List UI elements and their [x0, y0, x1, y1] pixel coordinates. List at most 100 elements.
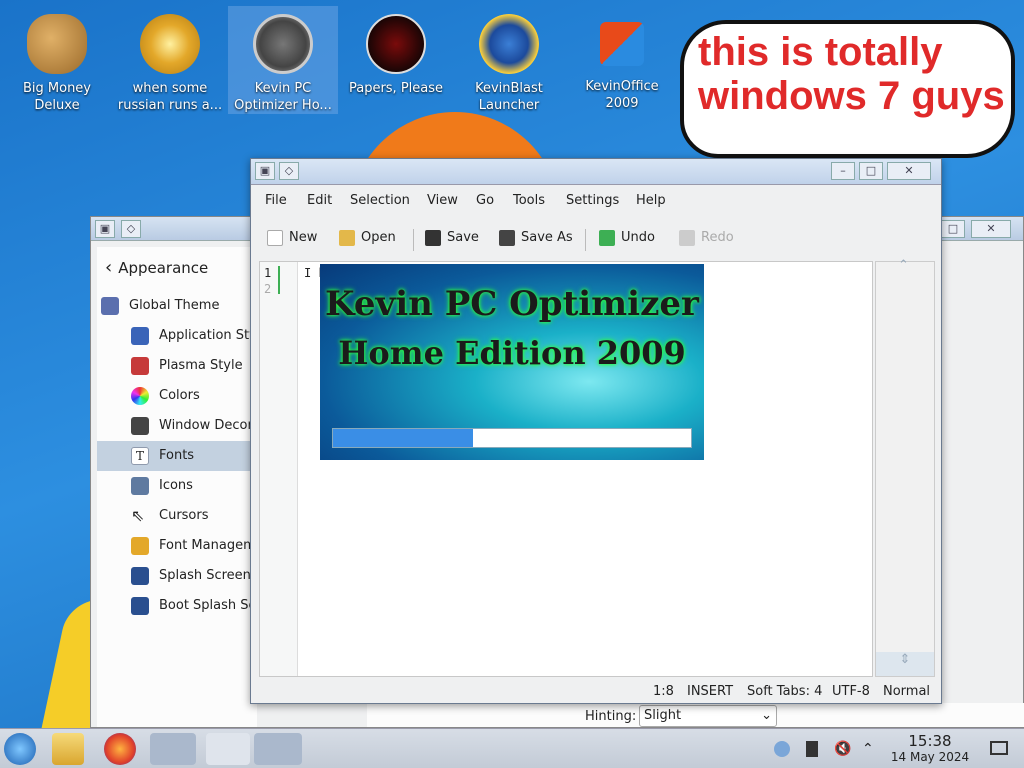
monitor-icon: [131, 596, 149, 615]
toolbar-separator: [413, 229, 414, 251]
menu-help[interactable]: Help: [636, 193, 666, 208]
syntax-mode[interactable]: Normal: [883, 684, 930, 699]
new-button[interactable]: New: [267, 227, 317, 249]
indentation-mode[interactable]: Soft Tabs: 4: [747, 684, 822, 699]
menu-settings[interactable]: Settings: [566, 193, 619, 208]
redo-label: Redo: [701, 230, 734, 245]
input-mode[interactable]: INSERT: [687, 684, 733, 699]
undo-label: Undo: [621, 230, 655, 245]
undo-icon: [599, 229, 615, 246]
clipboard-icon[interactable]: [806, 741, 818, 757]
redo-button[interactable]: Redo: [679, 227, 734, 249]
new-label: New: [289, 230, 318, 245]
window-menu-icon[interactable]: ▣: [255, 162, 275, 180]
sidebar-item-label: Global Theme: [129, 298, 220, 313]
save-icon: [425, 229, 441, 246]
sidebar-item-fonts[interactable]: T Fonts: [97, 441, 257, 471]
brush-icon: [131, 326, 149, 345]
chevron-up-icon[interactable]: ⌃: [862, 741, 878, 757]
save-as-icon: [499, 229, 515, 246]
scroll-handle-icon[interactable]: ⇕: [876, 652, 934, 676]
desktop-icon-kevinoffice[interactable]: KevinOffice 2009: [567, 6, 677, 112]
desktop-icon-label: when some russian runs a...: [117, 81, 223, 113]
desktop-icon-kevinblast[interactable]: KevinBlast Launcher: [454, 6, 564, 114]
sidebar-item-plasma-style[interactable]: Plasma Style: [97, 351, 257, 381]
icons-icon: [131, 476, 149, 495]
maximize-button[interactable]: □: [941, 220, 965, 238]
sidebar-item-label: Splash Screen: [159, 568, 251, 583]
network-icon[interactable]: [774, 741, 790, 757]
desktop-icon-big-money[interactable]: Big Money Deluxe: [2, 6, 112, 114]
desktop-icon-papers-please[interactable]: Papers, Please: [341, 6, 451, 97]
font-icon: T: [131, 446, 149, 465]
sidebar-item-label: Fonts: [159, 448, 195, 463]
show-desktop-icon[interactable]: [990, 741, 1008, 755]
sidebar-item-window-decorations[interactable]: Window Decorations: [97, 411, 257, 441]
sidebar-item-boot-splash-screen[interactable]: Boot Splash Screen: [97, 591, 257, 621]
save-as-label: Save As: [521, 230, 573, 245]
undo-button[interactable]: Undo: [599, 227, 655, 249]
sidebar-item-font-management[interactable]: Font Management: [97, 531, 257, 561]
sidebar-item-label: Boot Splash Screen: [159, 598, 257, 613]
sidebar-item-icons[interactable]: Icons: [97, 471, 257, 501]
menu-edit[interactable]: Edit: [307, 193, 332, 208]
back-label: Appearance: [118, 259, 209, 277]
files-icon[interactable]: [52, 733, 84, 765]
desktop-icon-label: Papers, Please: [348, 81, 444, 96]
desktop-icon-label: Big Money Deluxe: [22, 81, 91, 113]
hinting-select[interactable]: Slight ⌄: [639, 705, 777, 727]
splash-progress-fill: [333, 429, 473, 447]
menu-go[interactable]: Go: [476, 193, 494, 208]
new-document-icon: [267, 229, 283, 246]
desktop-icon-label: Kevin PC Optimizer Ho...: [234, 81, 332, 113]
sidebar-item-label: Font Management: [159, 538, 257, 553]
start-icon[interactable]: [4, 733, 36, 765]
settings-app-icon[interactable]: [150, 733, 196, 765]
menu-tools[interactable]: Tools: [513, 193, 545, 208]
minimize-button[interactable]: –: [831, 162, 855, 180]
sidebar-item-global-theme[interactable]: Global Theme: [97, 291, 257, 321]
encoding[interactable]: UTF-8: [832, 684, 870, 699]
line-number: 1: [264, 266, 272, 280]
splash-progress-bar: [332, 428, 692, 448]
sidebar-item-label: Cursors: [159, 508, 209, 523]
desktop-icon-kevin-optimizer[interactable]: Kevin PC Optimizer Ho...: [228, 6, 338, 114]
save-button[interactable]: Save: [425, 227, 479, 249]
sidebar-item-colors[interactable]: Colors: [97, 381, 257, 411]
sidebar-item-cursors[interactable]: ⇖ Cursors: [97, 501, 257, 531]
sidebar-item-splash-screen[interactable]: Splash Screen: [97, 561, 257, 591]
window-menu-icon[interactable]: ▣: [95, 220, 115, 238]
window-icon: [131, 416, 149, 435]
cursor-icon: ⇖: [131, 505, 145, 525]
pin-icon[interactable]: ◇: [121, 220, 141, 238]
settings-sidebar: ‹ Appearance Global Theme Application Sty…: [97, 247, 257, 727]
menu-file[interactable]: File: [265, 193, 287, 208]
desktop-icon-russian[interactable]: when some russian runs a...: [115, 6, 225, 114]
cursor-position[interactable]: 1:8: [653, 684, 674, 699]
close-button[interactable]: ✕: [971, 220, 1011, 238]
desktop-icon-label: KevinBlast Launcher: [475, 81, 543, 113]
sidebar-item-label: Application Style: [159, 328, 257, 343]
editor-app-icon[interactable]: [206, 733, 250, 765]
editor-titlebar[interactable]: ▣ ◇ – □ ✕: [251, 159, 941, 185]
maximize-button[interactable]: □: [859, 162, 883, 180]
line-number-gutter: 1 2: [260, 262, 298, 676]
gauge-icon: [253, 14, 313, 74]
menu-selection[interactable]: Selection: [350, 193, 410, 208]
sidebar-item-application-style[interactable]: Application Style: [97, 321, 257, 351]
open-folder-icon: [339, 229, 355, 246]
open-button[interactable]: Open: [339, 227, 396, 249]
minimap[interactable]: ⌃ ⇕: [875, 258, 935, 677]
menu-view[interactable]: View: [427, 193, 458, 208]
pin-icon[interactable]: ◇: [279, 162, 299, 180]
optimizer-app-icon[interactable]: [254, 733, 302, 765]
redo-icon: [679, 229, 695, 246]
color-wheel-icon: [131, 386, 149, 405]
close-button[interactable]: ✕: [887, 162, 931, 180]
office-icon: [600, 22, 644, 66]
back-button[interactable]: ‹ Appearance: [105, 257, 208, 278]
save-as-button[interactable]: Save As: [499, 227, 573, 249]
volume-muted-icon[interactable]: 🔇: [834, 741, 851, 757]
firefox-icon[interactable]: [104, 733, 136, 765]
clock[interactable]: 15:38 14 May 2024: [890, 732, 970, 764]
